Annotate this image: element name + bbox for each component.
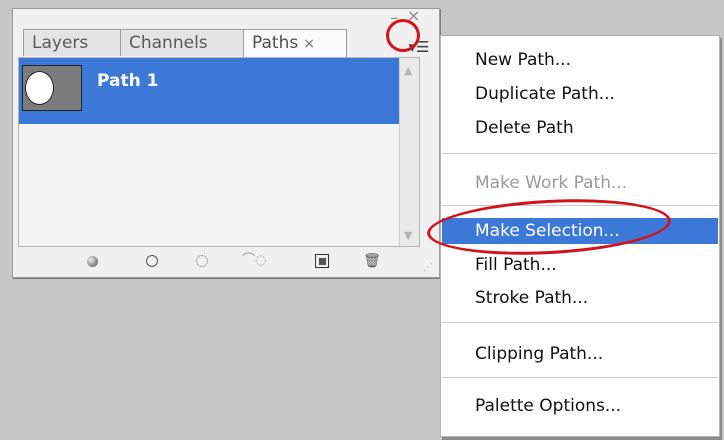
path-name: Path 1 xyxy=(97,71,159,91)
tab-label: Layers xyxy=(32,33,89,53)
scrollbar[interactable]: ▲ ▼ xyxy=(399,58,419,246)
resize-grip-icon[interactable]: ⋰ xyxy=(423,262,433,273)
scroll-down-icon[interactable]: ▼ xyxy=(404,229,412,242)
menu-item-palette-options[interactable]: Palette Options... xyxy=(442,393,718,419)
tab-layers[interactable]: Layers xyxy=(23,29,121,56)
make-work-path-icon[interactable]: ⌒◌ xyxy=(242,251,266,271)
menu-item-make-work-path: Make Work Path... xyxy=(475,173,628,193)
tab-paths[interactable]: Paths × xyxy=(243,29,347,57)
trash-icon[interactable]: 🗑 xyxy=(361,251,383,271)
path-thumbnail xyxy=(22,65,82,111)
paths-palette: – × Layers Channels Paths × ▾☰ Path 1 ▲ ▼… xyxy=(12,8,440,278)
tab-channels[interactable]: Channels xyxy=(120,29,244,56)
paths-list: Path 1 ▲ ▼ xyxy=(18,57,420,247)
fill-path-icon[interactable] xyxy=(81,251,103,271)
annotation-circle-menu-button xyxy=(386,19,420,52)
menu-separator xyxy=(442,377,718,378)
menu-item-fill-path[interactable]: Fill Path... xyxy=(442,252,718,278)
menu-item-stroke-path[interactable]: Stroke Path... xyxy=(442,285,718,311)
tab-label: Channels xyxy=(129,33,208,53)
menu-item-clipping-path[interactable]: Clipping Path... xyxy=(442,341,718,367)
path-shape-preview xyxy=(25,71,54,105)
menu-item-duplicate-path[interactable]: Duplicate Path... xyxy=(442,81,718,107)
menu-separator xyxy=(442,153,718,154)
new-path-icon[interactable] xyxy=(311,251,333,271)
tab-label: Paths xyxy=(252,33,299,53)
path-row[interactable]: Path 1 xyxy=(19,58,399,124)
load-selection-icon[interactable] xyxy=(191,251,213,271)
menu-item-new-path[interactable]: New Path... xyxy=(442,47,718,73)
tab-close-icon[interactable]: × xyxy=(303,36,315,52)
scroll-up-icon[interactable]: ▲ xyxy=(404,64,412,77)
menu-item-delete-path[interactable]: Delete Path xyxy=(442,115,718,141)
stroke-path-icon[interactable] xyxy=(141,251,163,271)
menu-separator xyxy=(442,322,718,323)
palette-toolbar: ⌒◌ 🗑 ⋰ xyxy=(13,247,439,277)
